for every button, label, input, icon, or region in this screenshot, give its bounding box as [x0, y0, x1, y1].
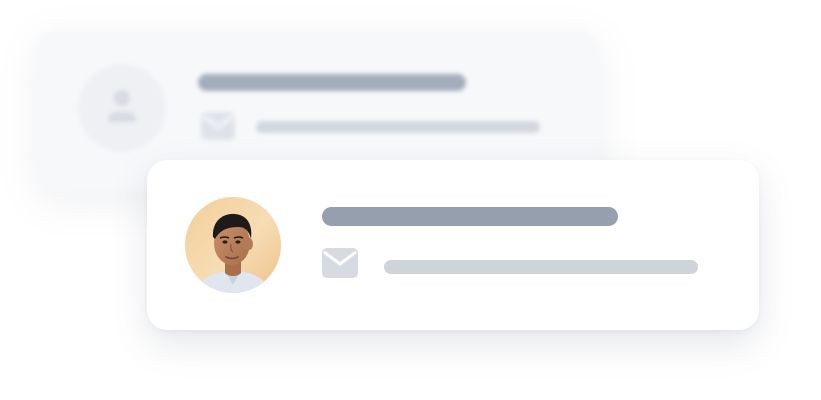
placeholder-head	[114, 90, 130, 106]
name-placeholder-bar	[322, 207, 618, 226]
contact-card[interactable]	[147, 160, 759, 330]
envelope-icon	[322, 248, 358, 283]
user-placeholder-icon	[78, 64, 166, 152]
envelope-icon	[201, 112, 235, 145]
email-placeholder-bar	[384, 260, 698, 274]
avatar	[185, 197, 281, 293]
name-placeholder-bar	[198, 74, 466, 91]
placeholder-shoulders	[108, 112, 136, 122]
email-placeholder-bar	[256, 121, 540, 133]
